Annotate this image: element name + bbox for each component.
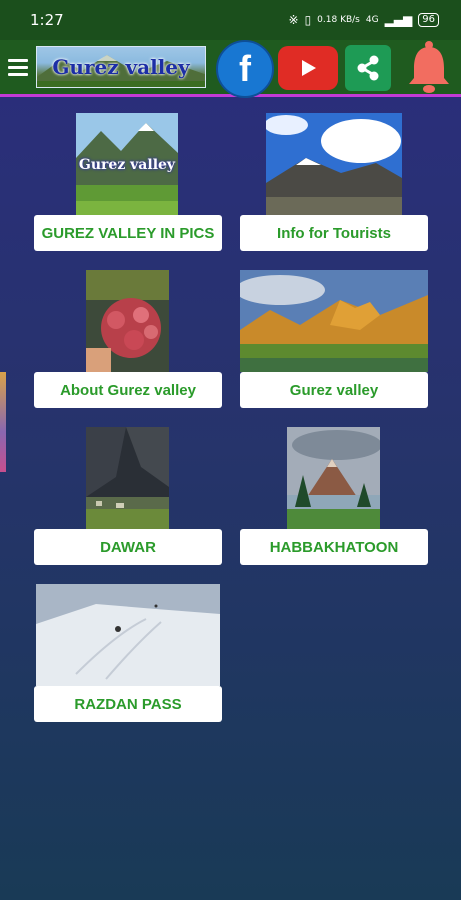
battery-icon: 96 (418, 13, 439, 27)
tile-label[interactable]: RAZDAN PASS (34, 686, 222, 722)
thumbnail-berries-image (86, 270, 169, 372)
signal-icon: ▂▄▆ (384, 13, 413, 27)
status-icons: ※ ▯ 0.18 KB/s 4G ▂▄▆ 96 (288, 13, 439, 27)
facebook-icon[interactable]: f (216, 40, 274, 98)
tile-label[interactable]: Info for Tourists (240, 215, 428, 251)
tile-thumbnail: Gurez valley (76, 113, 178, 215)
tile-thumbnail (266, 113, 402, 215)
tile-thumbnail (86, 270, 169, 372)
thumbnail-dawar-image (86, 427, 169, 529)
tile-label[interactable]: GUREZ VALLEY IN PICS (34, 215, 222, 251)
thumbnail-snow-pass-image (36, 584, 220, 686)
side-edge-decoration (0, 372, 6, 472)
menu-icon[interactable] (8, 55, 28, 79)
thumbnail-caption: Gurez valley (78, 157, 176, 173)
tile-label[interactable]: Gurez valley (240, 372, 428, 408)
youtube-icon[interactable] (278, 46, 338, 90)
share-glyph-icon (357, 55, 379, 81)
bluetooth-icon: ※ (288, 13, 299, 27)
status-time: 1:27 (30, 11, 64, 29)
tile-label[interactable]: About Gurez valley (34, 372, 222, 408)
tile-info-for-tourists[interactable]: Info for Tourists (240, 113, 428, 273)
bell-icon[interactable] (404, 40, 454, 96)
tile-razdan-pass[interactable]: RAZDAN PASS (34, 584, 222, 744)
tile-about-gurez-valley[interactable]: About Gurez valley (34, 270, 222, 430)
play-icon (302, 60, 316, 76)
tile-thumbnail (86, 427, 169, 529)
tile-label[interactable]: HABBAKHATOON (240, 529, 428, 565)
tile-habbakhatoon[interactable]: HABBAKHATOON (240, 427, 428, 587)
app-header: Gurez valley f (0, 40, 461, 98)
tile-dawar[interactable]: DAWAR (34, 427, 222, 587)
bell-glyph-icon (409, 41, 449, 93)
app-logo: Gurez valley (36, 46, 206, 88)
share-icon[interactable] (345, 45, 391, 91)
status-bar: 1:27 ※ ▯ 0.18 KB/s 4G ▂▄▆ 96 (0, 0, 461, 40)
network-speed: 0.18 KB/s (317, 15, 360, 25)
tile-thumbnail (287, 427, 380, 529)
logo-text: Gurez valley (52, 55, 190, 79)
tile-thumbnail (240, 270, 428, 372)
tile-thumbnail (36, 584, 220, 686)
facebook-glyph: f (239, 48, 251, 89)
thumbnail-autumn-valley-image (240, 270, 428, 372)
tile-gurez-valley-in-pics[interactable]: Gurez valley GUREZ VALLEY IN PICS (34, 113, 222, 273)
thumbnail-mountain-road-image (266, 113, 402, 215)
signal-label: 4G (365, 15, 379, 25)
tile-label[interactable]: DAWAR (34, 529, 222, 565)
tile-gurez-valley[interactable]: Gurez valley (240, 270, 428, 430)
vibrate-icon: ▯ (304, 13, 312, 27)
thumbnail-habbakhatoon-image (287, 427, 380, 529)
